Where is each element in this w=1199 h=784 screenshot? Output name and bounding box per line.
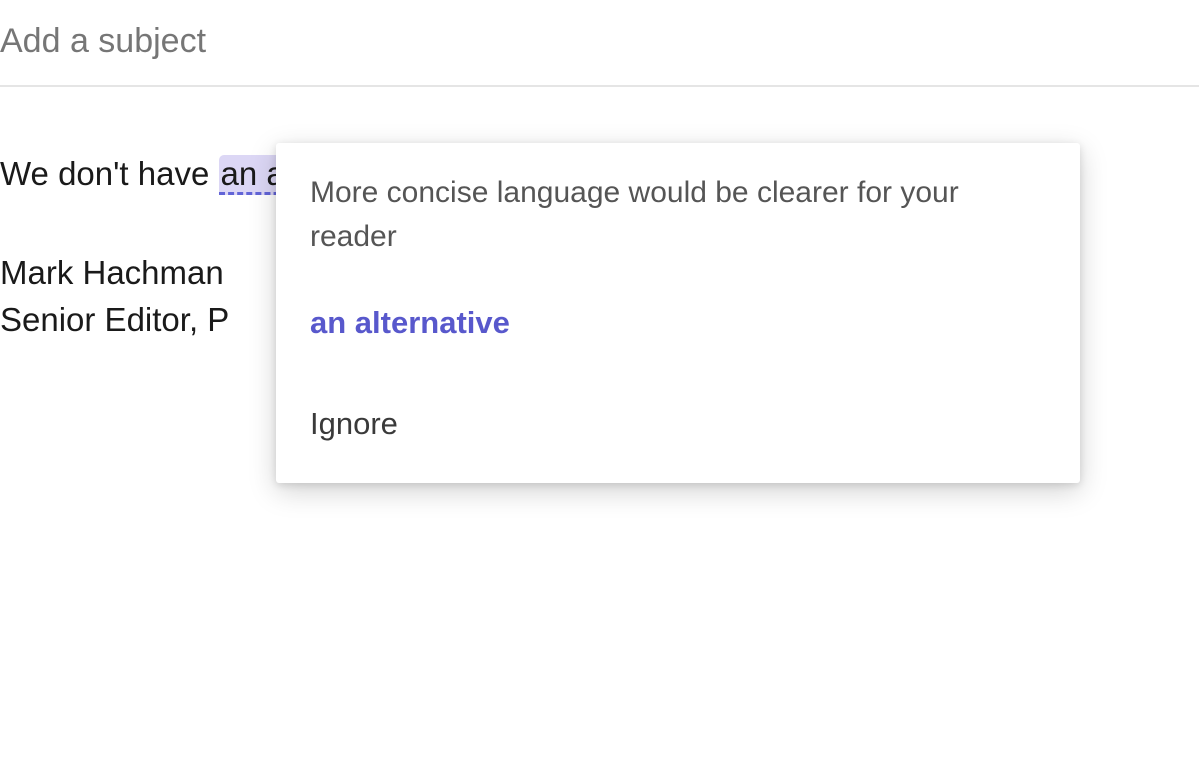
email-body[interactable]: We don't have an alternative choice if t…: [0, 87, 1199, 344]
suggestion-description: More concise language would be clearer f…: [310, 171, 1046, 258]
subject-input[interactable]: [0, 0, 1199, 85]
suggestion-ignore-button[interactable]: Ignore: [310, 395, 1046, 454]
suggestion-replacement-option[interactable]: an alternative: [310, 294, 1046, 353]
body-text-before: We don't have: [0, 155, 219, 192]
grammar-suggestion-popup: More concise language would be clearer f…: [276, 143, 1080, 483]
